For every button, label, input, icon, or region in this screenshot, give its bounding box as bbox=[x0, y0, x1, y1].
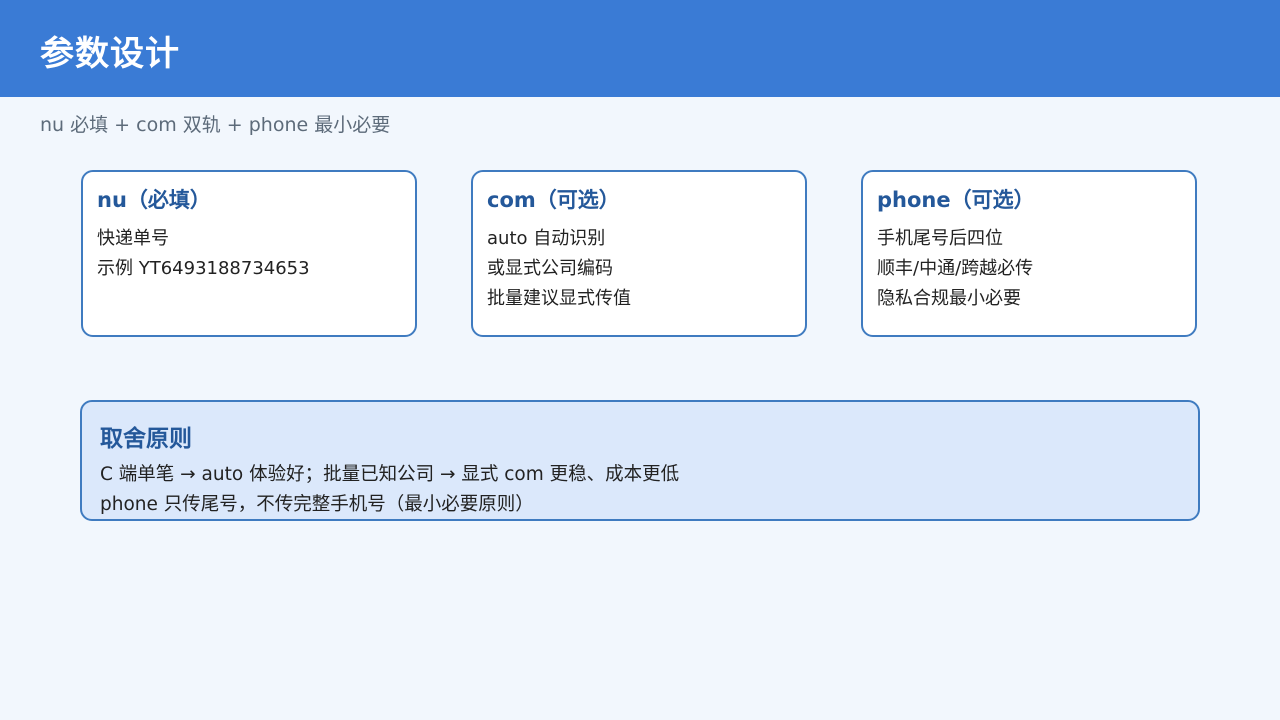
card-lines: 手机尾号后四位 顺丰/中通/跨越必传 隐私合规最小必要 bbox=[877, 224, 1033, 314]
param-card-nu: nu（必填） 快递单号 示例 YT6493188734653 bbox=[81, 170, 417, 337]
card-line: 或显式公司编码 bbox=[487, 258, 613, 279]
card-title: nu（必填） bbox=[97, 188, 211, 212]
principle-box: 取舍原则 C 端单笔 → auto 体验好；批量已知公司 → 显式 com 更稳… bbox=[80, 400, 1200, 521]
principle-lines: C 端单笔 → auto 体验好；批量已知公司 → 显式 com 更稳、成本更低… bbox=[100, 460, 679, 520]
header-bar: 参数设计 bbox=[0, 0, 1280, 97]
card-title: phone（可选） bbox=[877, 188, 1035, 212]
page-subtitle: nu 必填 + com 双轨 + phone 最小必要 bbox=[40, 114, 391, 136]
card-lines: auto 自动识别 或显式公司编码 批量建议显式传值 bbox=[487, 224, 631, 314]
card-line: 手机尾号后四位 bbox=[877, 228, 1003, 249]
card-title: com（可选） bbox=[487, 188, 620, 212]
principle-title: 取舍原则 bbox=[100, 426, 192, 452]
param-card-phone: phone（可选） 手机尾号后四位 顺丰/中通/跨越必传 隐私合规最小必要 bbox=[861, 170, 1197, 337]
principle-line: phone 只传尾号，不传完整手机号（最小必要原则） bbox=[100, 494, 534, 515]
card-line: auto 自动识别 bbox=[487, 228, 606, 249]
param-card-com: com（可选） auto 自动识别 或显式公司编码 批量建议显式传值 bbox=[471, 170, 807, 337]
page-title: 参数设计 bbox=[40, 34, 180, 74]
card-line: 顺丰/中通/跨越必传 bbox=[877, 258, 1034, 279]
card-lines: 快递单号 示例 YT6493188734653 bbox=[97, 224, 310, 284]
card-line: 隐私合规最小必要 bbox=[877, 288, 1021, 309]
principle-line: C 端单笔 → auto 体验好；批量已知公司 → 显式 com 更稳、成本更低 bbox=[100, 464, 680, 485]
card-line: 批量建议显式传值 bbox=[487, 288, 631, 309]
card-line: 快递单号 bbox=[97, 228, 169, 249]
card-line: 示例 YT6493188734653 bbox=[97, 258, 310, 279]
